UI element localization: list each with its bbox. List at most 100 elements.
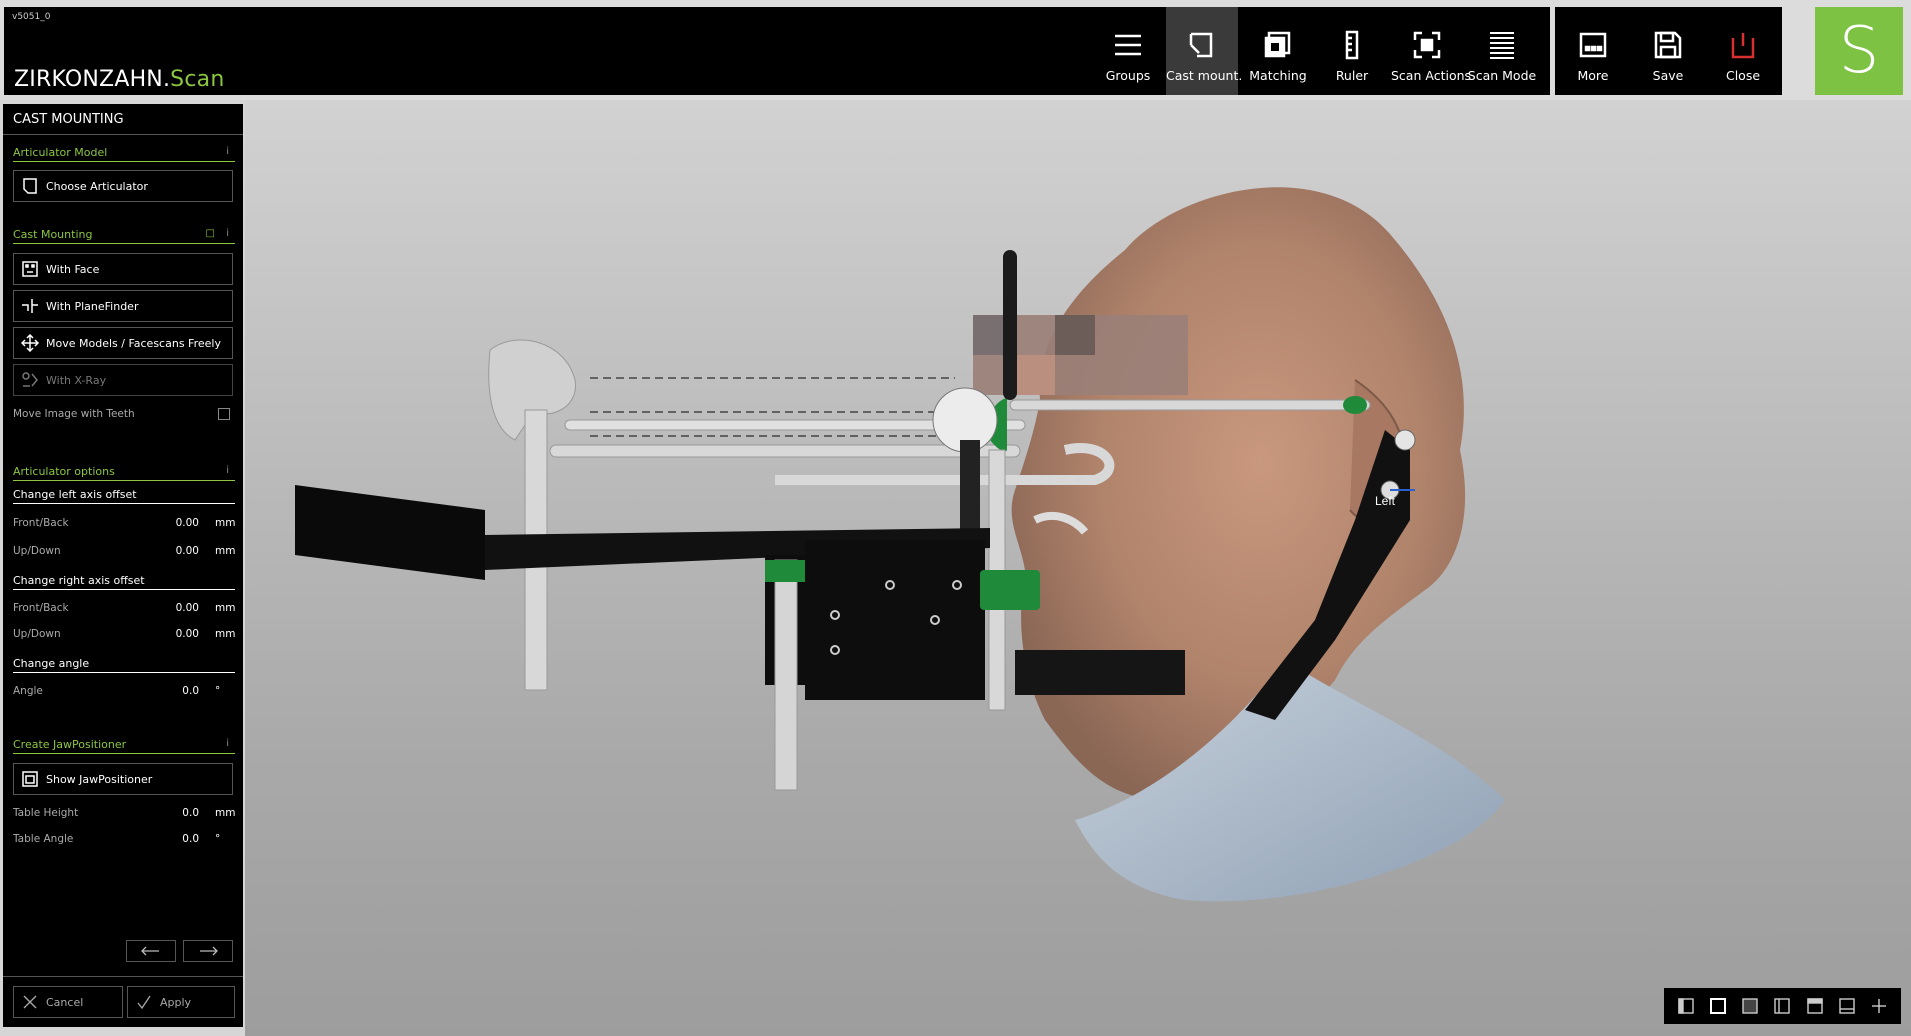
view-left-split-icon[interactable] (1675, 995, 1697, 1017)
choose-articulator-button[interactable]: Choose Articulator (13, 170, 233, 202)
show-jawpositioner-label: Show JawPositioner (46, 772, 153, 786)
articulator-options-heading: Articulator options i (13, 465, 235, 481)
matching-button[interactable]: Matching (1242, 7, 1314, 95)
with-face-button[interactable]: With Face (13, 253, 233, 285)
undo-icon (141, 946, 159, 956)
right-up-down-value[interactable]: 0.00 (176, 628, 199, 640)
move-image-row: Move Image with Teeth (13, 408, 235, 424)
view-layout-bar (1664, 988, 1901, 1024)
show-jawpositioner-button[interactable]: Show JawPositioner (13, 763, 233, 795)
close-icon (22, 994, 38, 1010)
with-planefinder-button[interactable]: With PlaneFinder (13, 290, 233, 322)
menu-icon (1108, 25, 1148, 65)
close-button[interactable]: Close (1707, 7, 1779, 95)
orientation-label: Left (1375, 494, 1396, 508)
cast-mount-button[interactable]: Cast mount. (1166, 7, 1243, 95)
info-icon[interactable]: i (226, 146, 229, 157)
info-icon[interactable]: i (226, 738, 229, 749)
groups-label: Groups (1105, 68, 1151, 83)
jaw-positioner-heading-text: Create JawPositioner (13, 738, 127, 751)
scan-mode-label: Scan Mode (1467, 68, 1537, 83)
right-up-down-row: Up/Down 0.00 mm (13, 628, 235, 644)
row-label: Front/Back (13, 517, 69, 529)
scan-actions-button[interactable]: Scan Actions (1391, 7, 1472, 95)
table-height-value[interactable]: 0.0 (182, 807, 199, 819)
brand-logo: ZIRKONZAHN.Scan (14, 67, 224, 92)
articulator-model-heading: Articulator Model i (13, 146, 235, 162)
cancel-button[interactable]: Cancel (13, 986, 123, 1018)
right-front-back-value[interactable]: 0.00 (176, 602, 199, 614)
check-icon (136, 994, 152, 1010)
left-up-down-value[interactable]: 0.00 (176, 545, 199, 557)
cast-mounting-panel: CAST MOUNTING Articulator Model i Choose… (3, 104, 243, 1027)
angle-row: Angle 0.0 ° (13, 685, 235, 701)
row-unit: ° (215, 833, 221, 845)
view-right-split-icon[interactable] (1771, 995, 1793, 1017)
left-front-back-row: Front/Back 0.00 mm (13, 517, 235, 533)
ruler-icon (1332, 25, 1372, 65)
lock-icon[interactable]: □ (206, 228, 215, 239)
row-unit: mm (215, 517, 236, 529)
ruler-label: Ruler (1335, 68, 1369, 83)
table-height-row: Table Height 0.0 mm (13, 807, 235, 823)
scan-actions-label: Scan Actions (1391, 68, 1472, 83)
redo-button[interactable] (183, 940, 233, 962)
brand-main: ZIRKONZAHN. (14, 67, 171, 92)
view-top-split-icon[interactable] (1804, 995, 1826, 1017)
view-single-icon[interactable] (1707, 995, 1729, 1017)
more-label: More (1577, 68, 1609, 83)
save-label: Save (1652, 68, 1684, 83)
with-xray-button[interactable]: With X-Ray (13, 364, 233, 396)
cancel-label: Cancel (46, 995, 84, 1009)
save-icon (1648, 25, 1688, 65)
articulator-model-heading-text: Articulator Model (13, 146, 108, 159)
move-image-checkbox[interactable] (218, 408, 230, 420)
with-xray-label: With X-Ray (46, 373, 107, 387)
row-label: Table Angle (13, 833, 74, 845)
choose-articulator-label: Choose Articulator (46, 179, 148, 193)
with-face-label: With Face (46, 262, 100, 276)
view-dark-icon[interactable] (1739, 995, 1761, 1017)
matching-icon (1258, 25, 1298, 65)
right-axis-heading: Change right axis offset (13, 574, 235, 590)
close-label: Close (1725, 68, 1761, 83)
info-icon[interactable]: i (226, 465, 229, 476)
angle-value[interactable]: 0.0 (182, 685, 199, 697)
undo-button[interactable] (126, 940, 176, 962)
divider (3, 134, 243, 135)
row-label: Table Height (13, 807, 79, 819)
cast-mount-label: Cast mount. (1166, 68, 1243, 83)
app-logo[interactable]: S (1815, 7, 1903, 95)
row-unit: ° (215, 685, 221, 697)
scan-mode-button[interactable]: Scan Mode (1466, 7, 1538, 95)
jawpositioner-icon (20, 769, 40, 789)
articulator-options-heading-text: Articulator options (13, 465, 115, 478)
change-angle-heading: Change angle (13, 657, 235, 673)
redo-icon (200, 946, 218, 956)
row-label: Up/Down (13, 628, 61, 640)
table-angle-row: Table Angle 0.0 ° (13, 833, 235, 849)
row-unit: mm (215, 602, 236, 614)
ruler-button[interactable]: Ruler (1316, 7, 1388, 95)
scan-mode-icon (1482, 25, 1522, 65)
matching-label: Matching (1249, 68, 1307, 83)
top-bar: v5051_0 ZIRKONZAHN.Scan Groups Cast moun… (0, 0, 1911, 100)
row-label: Front/Back (13, 602, 69, 614)
apply-button[interactable]: Apply (127, 986, 235, 1018)
articulator-icon (20, 176, 40, 196)
groups-button[interactable]: Groups (1092, 7, 1164, 95)
cast-mounting-heading-text: Cast Mounting (13, 228, 93, 241)
3d-viewport[interactable]: Left (245, 100, 1911, 1036)
info-icon[interactable]: i (226, 228, 229, 239)
more-button[interactable]: More (1557, 7, 1629, 95)
jaw-positioner-heading: Create JawPositioner i (13, 738, 235, 754)
left-up-down-row: Up/Down 0.00 mm (13, 545, 235, 561)
table-angle-value[interactable]: 0.0 (182, 833, 199, 845)
more-icon (1573, 25, 1613, 65)
left-front-back-value[interactable]: 0.00 (176, 517, 199, 529)
move-models-button[interactable]: Move Models / Facescans Freely (13, 327, 233, 359)
view-bottom-split-icon[interactable] (1836, 995, 1858, 1017)
main-toolbar: v5051_0 ZIRKONZAHN.Scan Groups Cast moun… (4, 7, 1550, 95)
save-button[interactable]: Save (1632, 7, 1704, 95)
add-view-icon[interactable] (1868, 995, 1890, 1017)
